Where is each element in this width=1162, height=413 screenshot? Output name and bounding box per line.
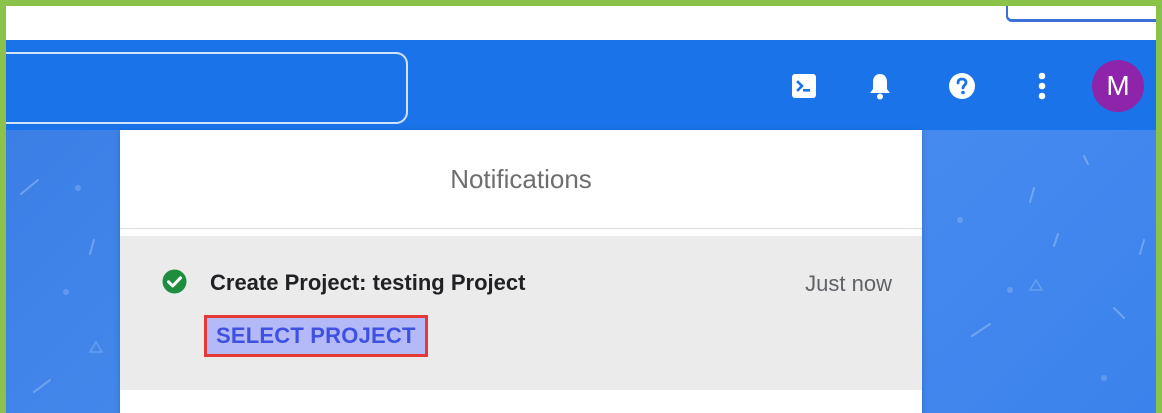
notification-time: Just now (805, 271, 892, 296)
terminal-icon[interactable] (788, 70, 820, 102)
notifications-panel: Notifications Create Project: testing Pr… (120, 130, 922, 413)
app-header: M (6, 40, 1156, 130)
search-input[interactable] (6, 52, 408, 124)
select-project-button[interactable]: SELECT PROJECT (204, 315, 428, 357)
check-circle-icon (162, 269, 187, 294)
notification-item[interactable]: Create Project: testing Project Just now… (120, 236, 922, 390)
notification-title: Create Project: testing Project (210, 270, 526, 295)
avatar[interactable]: M (1092, 60, 1144, 112)
bell-icon[interactable] (864, 70, 896, 102)
browser-top-strip (6, 6, 1156, 40)
help-icon[interactable] (946, 70, 978, 102)
panel-title: Notifications (120, 130, 922, 229)
more-vert-icon[interactable] (1026, 70, 1058, 102)
top-tab-edge (1006, 6, 1156, 22)
screenshot-frame: M Notifications Create Project: testing … (0, 0, 1162, 413)
avatar-initial: M (1106, 70, 1130, 101)
